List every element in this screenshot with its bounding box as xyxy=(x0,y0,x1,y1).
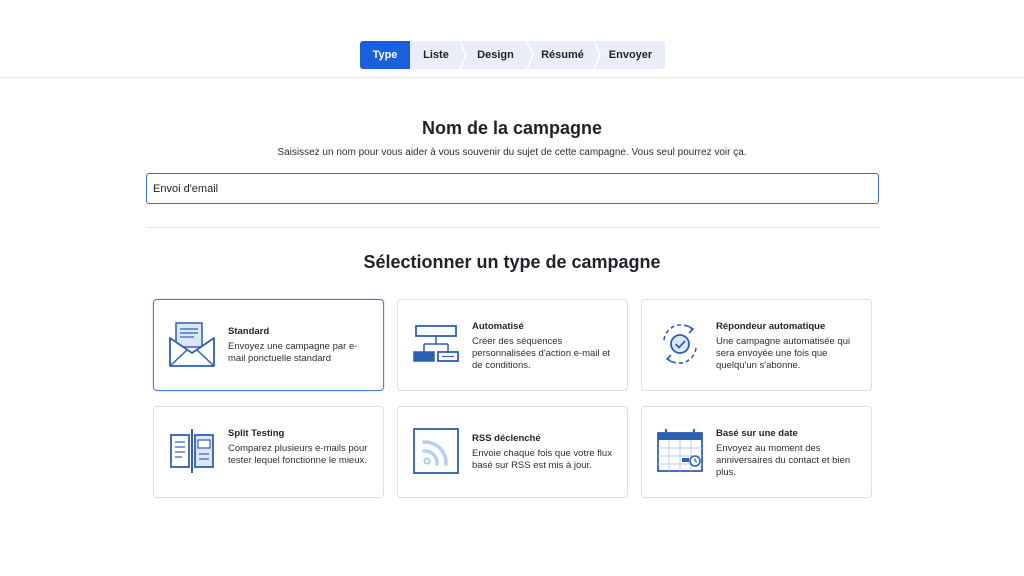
campaign-type-card-automatise[interactable]: Automatisé Créer des séquences personnal… xyxy=(397,299,628,391)
card-title: RSS déclenché xyxy=(472,433,541,444)
top-bar: Type Liste Design Résumé Envoyer xyxy=(0,0,1024,78)
campaign-name-title: Nom de la campagne xyxy=(421,118,603,138)
card-title: Répondeur automatique xyxy=(716,321,826,332)
rss-icon xyxy=(413,428,459,474)
section-divider xyxy=(146,227,879,228)
campaign-type-card-rss[interactable]: RSS déclenché Envoie chaque fois que vot… xyxy=(397,406,628,498)
card-description: Envoyez au moment des anniversaires du c… xyxy=(716,443,851,478)
auto-check-icon xyxy=(663,324,697,364)
flowchart-icon xyxy=(413,325,459,362)
card-title: Basé sur une date xyxy=(716,428,798,439)
campaign-type-card-date[interactable]: Basé sur une date Envoyez au moment des … xyxy=(641,406,872,498)
card-description: Une campagne automatisée qui sera envoyé… xyxy=(716,336,851,371)
campaign-type-card-split-testing[interactable]: Split Testing Comparez plusieurs e-mails… xyxy=(153,406,384,498)
card-description: Envoyez une campagne par e-mail ponctuel… xyxy=(228,341,358,364)
card-description: Créer des séquences personnalisées d'act… xyxy=(472,336,611,371)
card-title: Automatisé xyxy=(472,321,524,332)
calendar-icon xyxy=(657,429,703,472)
card-title: Split Testing xyxy=(228,428,285,439)
campaign-type-card-repondeur[interactable]: Répondeur automatique Une campagne autom… xyxy=(641,299,872,391)
split-document-icon xyxy=(170,429,214,473)
campaign-type-card-standard[interactable]: Standard Envoyez une campagne par e-mail… xyxy=(153,299,384,391)
step-separators xyxy=(459,41,601,69)
card-description: Envoie chaque fois que votre flux basé s… xyxy=(472,448,612,471)
envelope-icon xyxy=(169,322,215,367)
card-description: Comparez plusieurs e-mails pour tester l… xyxy=(228,443,368,466)
campaign-name-input[interactable] xyxy=(146,173,879,204)
campaign-type-title: Sélectionner un type de campagne xyxy=(363,252,661,272)
campaign-name-subtitle: Saisissez un nom pour vous aider à vous … xyxy=(277,147,747,158)
card-title: Standard xyxy=(228,326,270,337)
